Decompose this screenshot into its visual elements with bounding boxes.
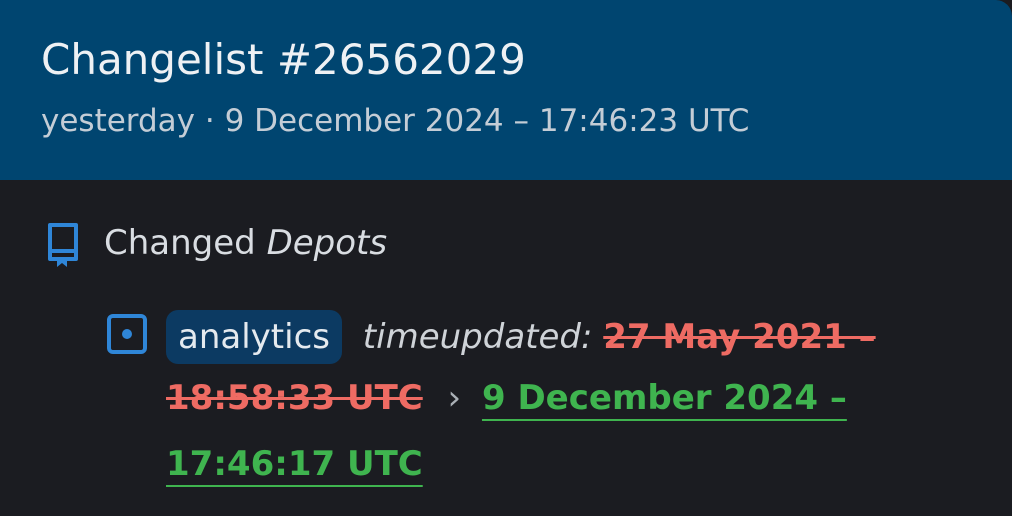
- new-value-part2: 17:46:17 UTC: [166, 444, 423, 484]
- depot-square-icon: [107, 314, 147, 354]
- change-separator: ›: [447, 378, 462, 418]
- changelist-panel: Changelist #26562029 yesterday · 9 Decem…: [0, 0, 1012, 516]
- changelist-title[interactable]: Changelist #26562029: [41, 33, 526, 87]
- old-value-part2: 18:58:33 UTC: [166, 378, 423, 418]
- depot-link[interactable]: analytics: [166, 310, 342, 364]
- change-line-3: 17:46:17 UTC: [166, 441, 423, 487]
- change-line-1: analytics timeupdated: 27 May 2021 –: [166, 310, 876, 364]
- section-title-prefix: Changed: [104, 223, 256, 263]
- section-title-emphasis: Depots: [266, 223, 388, 263]
- new-value-part1: 9 December 2024 –: [481, 378, 847, 418]
- section-title: Changed Depots: [104, 220, 387, 266]
- change-line-2: 18:58:33 UTC › 9 December 2024 –: [166, 375, 847, 421]
- book-icon: [48, 223, 78, 267]
- changed-key: timeupdated:: [362, 317, 593, 357]
- changelist-date: yesterday · 9 December 2024 – 17:46:23 U…: [41, 103, 750, 139]
- old-value-part1: 27 May 2021 –: [603, 317, 876, 357]
- changelist-header: Changelist #26562029 yesterday · 9 Decem…: [0, 0, 1012, 180]
